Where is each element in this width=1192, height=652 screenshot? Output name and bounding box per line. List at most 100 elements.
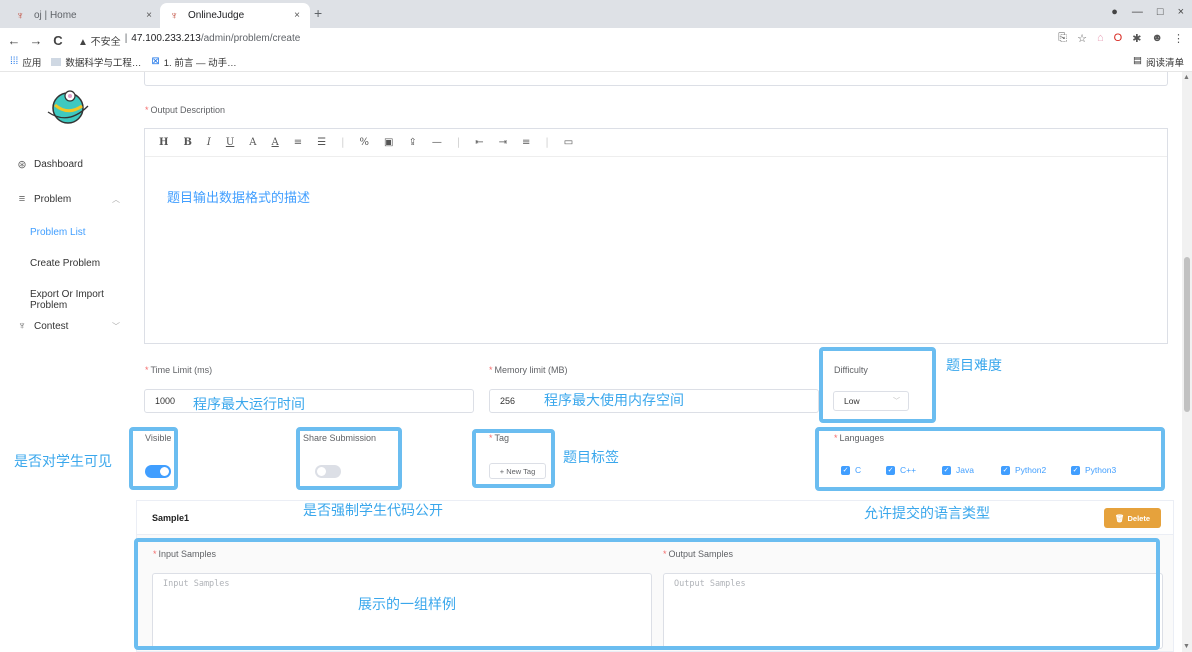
align-right-tool[interactable]: ≡	[522, 137, 530, 148]
bookmarks-bar: ⁞⁞⁞ 应用 数据科学与工程… ⊠ 1. 前言 — 动手… ▤ 阅读清单	[0, 52, 1192, 72]
upload-tool[interactable]: ⇪	[408, 137, 416, 148]
not-secure-label[interactable]: ▲ 不安全	[78, 33, 121, 48]
url-divider: |	[124, 32, 128, 44]
languages-label: * Languages	[834, 433, 885, 443]
main-content: * Output Description H B I U A A ≡ ☰ | % …	[134, 72, 1182, 652]
difficulty-value: Low	[844, 396, 860, 406]
sidebar-item-create-problem[interactable]: Create Problem	[30, 258, 100, 269]
align-center-tool[interactable]: ⇥	[499, 137, 507, 148]
browser-tab-bar: ♆ oj | Home × ♆ OnlineJudge × + ● — □ ×	[0, 0, 1192, 28]
annotation-tag: 题目标签	[563, 449, 619, 465]
app-logo-icon	[47, 90, 89, 124]
tab-close-icon[interactable]: ×	[146, 10, 152, 21]
annotation-languages: 允许提交的语言类型	[864, 505, 990, 521]
bold-tool[interactable]: B	[183, 137, 191, 148]
puzzle-icon[interactable]: ✱	[1132, 32, 1141, 45]
url-field[interactable]: ▲ 不安全 | 47.100.233.213/admin/problem/cre…	[78, 33, 300, 48]
language-checkbox-python2[interactable]: ✓ Python2	[1001, 465, 1046, 475]
menu-icon[interactable]: ⋮	[1173, 32, 1184, 45]
browser-tab[interactable]: ♆ oj | Home ×	[6, 3, 162, 28]
reload-button[interactable]: C	[50, 33, 66, 48]
output-samples-textarea[interactable]: Output Samples	[663, 573, 1163, 649]
output-description-editor[interactable]: H B I U A A ≡ ☰ | % ▣ ⇪ — | ⇤ ⇥ ≡ | ▭ 题目…	[144, 128, 1168, 344]
link-tool[interactable]: %	[360, 137, 370, 148]
reading-list-button[interactable]: ▤ 阅读清单	[1133, 55, 1184, 69]
language-checkbox-c[interactable]: ✓ C	[841, 465, 861, 475]
image-tool[interactable]: ▣	[384, 137, 393, 148]
tab-close-icon[interactable]: ×	[294, 10, 300, 21]
url-path: /admin/problem/create	[200, 32, 301, 44]
time-limit-label: * Time Limit (ms)	[145, 365, 213, 375]
language-checkbox-java[interactable]: ✓ Java	[942, 465, 974, 475]
new-tab-button[interactable]: +	[314, 5, 322, 21]
italic-tool[interactable]: I	[207, 137, 211, 148]
address-bar: ← → C ▲ 不安全 | 47.100.233.213/admin/probl…	[0, 28, 1192, 52]
sample-header: Sample1 🗑 Delete	[136, 500, 1174, 534]
annotation-visible: 是否对学生可见	[14, 453, 112, 469]
delete-sample-button[interactable]: 🗑 Delete	[1104, 508, 1161, 528]
sidebar-item-label: Dashboard	[34, 159, 83, 170]
maximize-button[interactable]: □	[1157, 6, 1164, 18]
tab-title: OnlineJudge	[188, 10, 245, 21]
horizontal-rule-tool[interactable]: —	[432, 137, 442, 148]
annotation-memory-limit: 程序最大使用内存空间	[544, 392, 684, 408]
checkmark-icon: ✓	[1001, 465, 1010, 475]
editor-content-text[interactable]: 题目输出数据格式的描述	[167, 187, 310, 206]
browser-tab-active[interactable]: ♆ OnlineJudge ×	[160, 3, 310, 28]
language-checkbox-python3[interactable]: ✓ Python3	[1071, 465, 1116, 475]
trash-icon: 🗑	[1114, 513, 1125, 523]
bookmark-star-icon[interactable]: ☆	[1077, 32, 1087, 45]
checkmark-icon: ✓	[942, 465, 951, 475]
scroll-down-icon[interactable]: ▼	[1183, 643, 1190, 650]
sample-title: Sample1	[152, 512, 190, 523]
align-left-tool[interactable]: ⇤	[475, 137, 483, 148]
sidebar-item-dashboard[interactable]: ⊛ Dashboard	[0, 158, 134, 171]
chevron-down-icon: ﹀	[112, 321, 120, 331]
memory-limit-label: * Memory limit (MB)	[489, 365, 568, 375]
language-label: C++	[900, 465, 917, 475]
background-color-tool[interactable]: A	[272, 137, 279, 148]
sidebar-item-contest[interactable]: ♆ Contest ﹀	[0, 320, 134, 332]
underline-tool[interactable]: U	[226, 137, 234, 148]
new-tag-button[interactable]: + New Tag	[489, 463, 546, 479]
scrollbar-thumb[interactable]	[1184, 257, 1190, 412]
bookmark-apps[interactable]: ⁞⁞⁞ 应用	[10, 55, 41, 69]
input-samples-label: * Input Samples	[153, 549, 217, 559]
share-submission-switch[interactable]	[315, 465, 341, 478]
sidebar-item-problem[interactable]: ≡ Problem ︿	[0, 193, 134, 205]
sidebar-item-problem-list[interactable]: Problem List	[30, 227, 86, 238]
opera-icon[interactable]: O	[1114, 32, 1123, 45]
sidebar-item-label: Problem	[34, 193, 72, 205]
tag-label: * Tag	[489, 433, 510, 443]
sidebar-item-label: Contest	[34, 320, 69, 332]
language-checkbox-cpp[interactable]: ✓ C++	[886, 465, 916, 475]
difficulty-label: Difficulty	[834, 365, 868, 375]
reading-list-icon: ▤	[1133, 55, 1142, 66]
minimize-button[interactable]: —	[1132, 6, 1143, 18]
scroll-up-icon[interactable]: ▲	[1183, 74, 1190, 81]
sidebar-item-export-import[interactable]: Export Or Import Problem	[30, 289, 134, 311]
visible-switch[interactable]	[145, 465, 171, 478]
delete-label: Delete	[1127, 513, 1151, 523]
extension-icon[interactable]: ⌂	[1097, 32, 1104, 45]
account-icon[interactable]: ☻	[1151, 32, 1163, 45]
ordered-list-tool[interactable]: ≡	[294, 137, 302, 148]
window-controls: ● — □ ×	[1111, 6, 1184, 18]
bookmark-item[interactable]: 数据科学与工程…	[51, 55, 141, 69]
translate-icon[interactable]: ⎘	[1058, 32, 1067, 45]
unordered-list-tool[interactable]: ☰	[317, 137, 326, 148]
profile-icon[interactable]: ●	[1111, 6, 1118, 18]
bookmark-item[interactable]: ⊠ 1. 前言 — 动手…	[151, 55, 236, 69]
table-tool[interactable]: ▭	[564, 137, 573, 148]
close-window-button[interactable]: ×	[1178, 6, 1184, 18]
site-favicon-icon: ♆	[16, 9, 25, 22]
heading-tool[interactable]: H	[159, 137, 168, 148]
page-scrollbar[interactable]: ▲ ▼	[1182, 72, 1192, 652]
difficulty-select[interactable]: Low ﹀	[833, 391, 909, 411]
language-label: Python2	[1015, 465, 1047, 475]
annotation-samples: 展示的一组样例	[358, 596, 456, 612]
forward-button[interactable]: →	[28, 33, 44, 48]
font-color-tool[interactable]: A	[249, 137, 256, 148]
back-button[interactable]: ←	[6, 33, 22, 48]
annotation-time-limit: 程序最大运行时间	[193, 396, 305, 412]
